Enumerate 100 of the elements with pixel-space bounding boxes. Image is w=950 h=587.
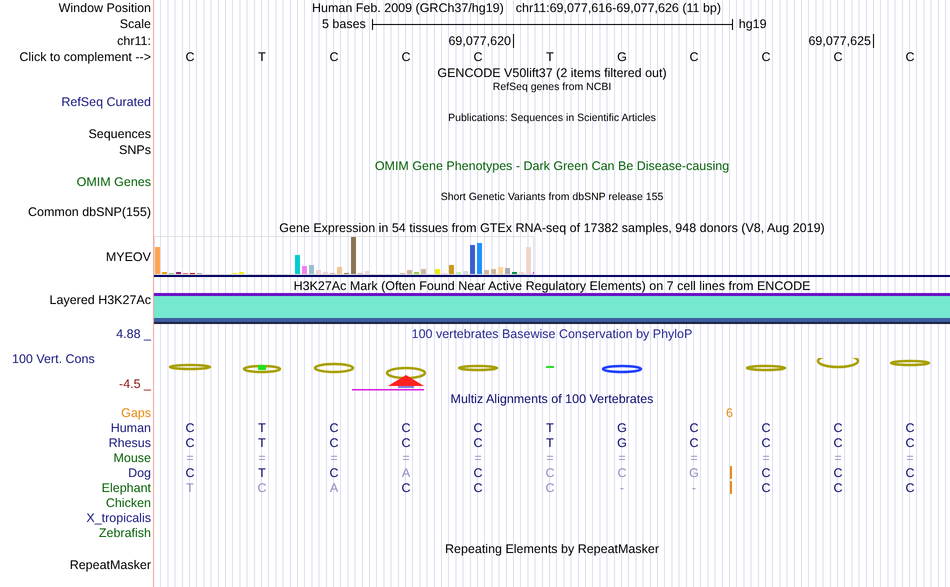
base-letter: A <box>330 480 338 494</box>
base-letter: = <box>834 450 842 464</box>
base-letter: = <box>690 450 698 464</box>
track-label: Window Position <box>58 1 151 15</box>
track-label: Scale <box>120 17 151 31</box>
base-letter: C <box>689 436 699 450</box>
track-label[interactable]: Sequences <box>88 126 151 140</box>
base-letter: C <box>329 466 339 480</box>
track-label[interactable]: 100 Vert. Cons <box>12 352 95 366</box>
base-letter: = <box>618 450 626 464</box>
track-title: Short Genetic Variants from dbSNP release 155 <box>440 190 664 202</box>
track-label[interactable]: Layered H3K27Ac <box>50 293 151 307</box>
track-label: chr11: <box>117 34 151 48</box>
track-label[interactable]: Common dbSNP(155) <box>28 205 151 219</box>
track-label[interactable]: OMIM Genes <box>76 174 151 188</box>
base-letter: T <box>258 436 266 450</box>
base-letter: - <box>620 480 624 494</box>
base-letter: C <box>185 436 195 450</box>
base-letter: G <box>617 50 627 64</box>
base-letter: C <box>761 466 771 480</box>
base-letter: C <box>617 466 627 480</box>
base-letter: C <box>473 50 483 64</box>
base-letter: C <box>761 436 771 450</box>
coordinate-tick: 69,077,625 <box>808 34 874 48</box>
base-letter: C <box>257 480 267 494</box>
base-letter: C <box>185 420 195 434</box>
base-letter: C <box>185 50 195 64</box>
coordinate-tick: 69,077,620 <box>448 34 514 48</box>
base-letter: = <box>546 450 554 464</box>
base-letter: C <box>761 420 771 434</box>
base-letter: C <box>401 50 411 64</box>
species-label: Dog <box>128 466 151 480</box>
base-letter: = <box>330 450 338 464</box>
track-label[interactable]: RepeatMasker <box>70 558 151 572</box>
gap-count: 6 <box>726 406 733 420</box>
scale-text: 5 bases <box>322 17 366 31</box>
base-letter: C <box>401 480 411 494</box>
base-letter: C <box>833 420 843 434</box>
base-letter: = <box>474 450 482 464</box>
base-letter: T <box>546 436 554 450</box>
base-letter: C <box>401 420 411 434</box>
assembly-label: hg19 <box>738 17 767 31</box>
base-letter: C <box>833 480 843 494</box>
base-letter: T <box>258 50 266 64</box>
track-label[interactable]: SNPs <box>119 142 151 156</box>
base-letter: T <box>546 50 554 64</box>
species-label: Mouse <box>113 450 151 464</box>
base-letter: = <box>186 450 194 464</box>
base-letter: T <box>546 420 554 434</box>
base-letter: C <box>905 50 915 64</box>
track-title: Publications: Sequences in Scientific Articles <box>448 112 656 124</box>
base-letter: C <box>905 480 915 494</box>
base-letter: C <box>833 50 843 64</box>
base-letter: C <box>329 50 339 64</box>
track-title: H3K27Ac Mark (Often Found Near Active Regulatory Elements) on 7 cell lines from ENCODE <box>294 278 810 292</box>
track-label: Gaps <box>121 406 151 420</box>
species-label: Rhesus <box>108 436 151 450</box>
base-letter: T <box>186 480 194 494</box>
base-letter: = <box>402 450 410 464</box>
base-letter: C <box>473 420 483 434</box>
base-letter: C <box>473 466 483 480</box>
track-label[interactable]: MYEOV <box>106 250 151 264</box>
position-title: chr11:69,077,616-69,077,626 (11 bp) <box>516 1 722 15</box>
base-letter: C <box>689 50 699 64</box>
base-letter: A <box>402 466 410 480</box>
track-title: Repeating Elements by RepeatMasker <box>444 542 659 556</box>
base-letter: C <box>689 420 699 434</box>
base-letter: C <box>545 480 555 494</box>
base-letter: C <box>473 436 483 450</box>
axis-min-label: -4.5 _ <box>119 377 151 391</box>
base-letter: C <box>833 466 843 480</box>
base-letter: = <box>258 450 266 464</box>
assembly-title: Human Feb. 2009 (GRCh37/hg19) <box>312 1 504 15</box>
base-letter: G <box>617 436 627 450</box>
track-title: GENCODE V50lift37 (2 items filtered out) <box>437 66 667 80</box>
track-label[interactable]: RefSeq Curated <box>61 95 151 109</box>
base-letter: = <box>906 450 914 464</box>
base-letter: T <box>258 420 266 434</box>
track-title: RefSeq genes from NCBI <box>492 81 612 93</box>
base-letter: C <box>185 466 195 480</box>
base-letter: = <box>762 450 770 464</box>
species-label: Elephant <box>102 480 151 494</box>
base-letter: G <box>689 466 699 480</box>
base-letter: C <box>905 466 915 480</box>
base-letter: G <box>617 420 627 434</box>
species-label: X_tropicalis <box>86 510 151 524</box>
axis-max-label: 4.88 _ <box>116 327 151 341</box>
species-label: Human <box>110 420 151 434</box>
base-letter: C <box>545 466 555 480</box>
species-label: Chicken <box>106 496 151 510</box>
base-letter: C <box>761 50 771 64</box>
base-letter: C <box>329 436 339 450</box>
base-letter: C <box>761 480 771 494</box>
track-title: 100 vertebrates Basewise Conservation by PhyloP <box>412 327 692 341</box>
base-letter: C <box>833 436 843 450</box>
base-letter: C <box>401 436 411 450</box>
complement-link[interactable]: Click to complement --> <box>19 50 151 64</box>
base-letter: C <box>905 436 915 450</box>
base-letter: C <box>473 480 483 494</box>
base-letter: - <box>692 480 696 494</box>
